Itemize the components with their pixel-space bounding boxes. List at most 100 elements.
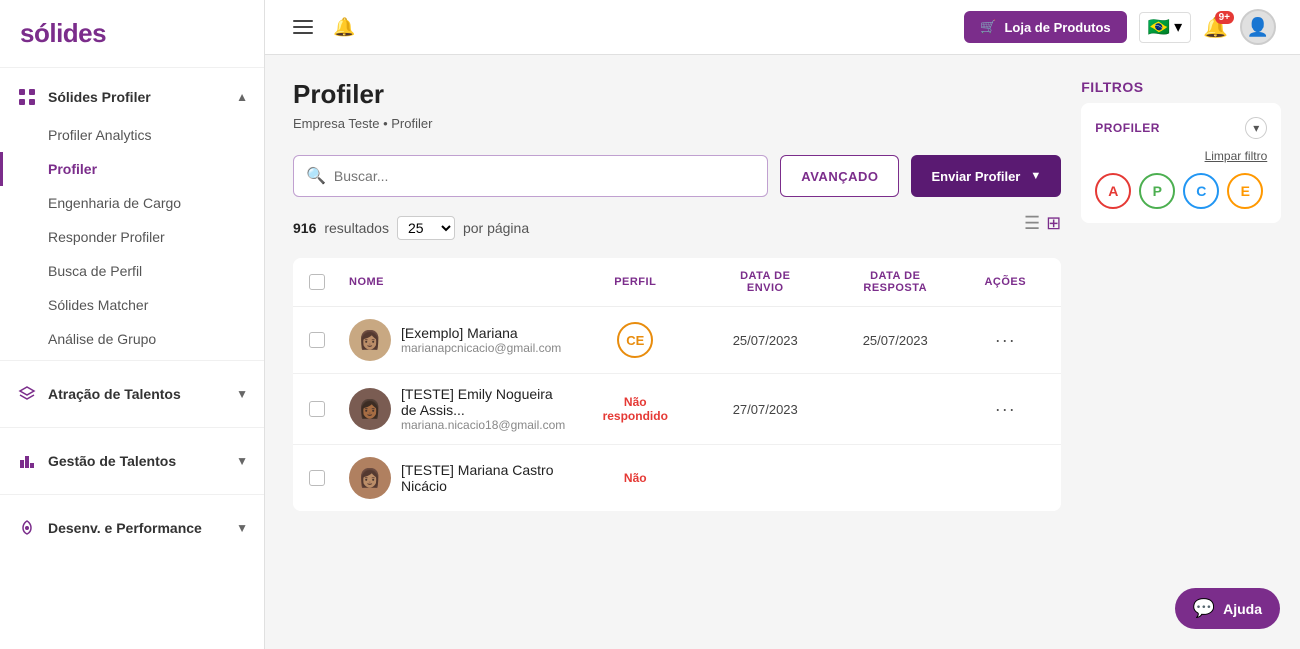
person-cell-2: 👩🏾 [TESTE] Emily Nogueira de Assis... ma… [349,386,565,432]
not-responded-badge-3: Não [624,471,647,485]
notification-badge: 9+ [1215,11,1234,24]
actions-cell-2: ··· [965,399,1045,420]
filters-panel: FILTROS PROFILER ▾ Limpar filtro A P C E [1081,79,1281,625]
sidebar-group-gestao[interactable]: Gestão de Talentos ▼ [0,440,264,482]
row-check-1[interactable] [309,332,349,348]
per-page-select[interactable]: 25 50 100 [397,216,455,240]
sidebar-item-profiler-analytics[interactable]: Profiler Analytics [0,118,264,152]
toolbar: 🔍 AVANÇADO Enviar Profiler ▼ [293,155,1061,197]
person-email-2: mariana.nicacio18@gmail.com [401,418,565,432]
notifications-button[interactable]: 🔔 9+ [1203,15,1228,40]
results-count: 916 [293,220,316,236]
sidebar-group-profiler[interactable]: Sólides Profiler ▲ [0,76,264,118]
filter-badge-p[interactable]: P [1139,173,1175,209]
filter-collapse-button[interactable]: ▾ [1245,117,1267,139]
grid-view-icon[interactable]: ⊞ [1046,213,1061,234]
profile-badge-1: CE [617,322,653,358]
sidebar-item-responder-profiler[interactable]: Responder Profiler [0,220,264,254]
select-all-checkbox[interactable] [309,274,325,290]
sidebar-items: Profiler Analytics Profiler Engenharia d… [0,118,264,356]
content-main: Profiler Empresa Teste • Profiler 🔍 AVAN… [293,79,1061,625]
chevron-down-icon-gestao: ▼ [236,454,248,468]
sidebar-item-busca-de-perfil[interactable]: Busca de Perfil [0,254,264,288]
results-row: 916 resultados 25 50 100 por página ☰ ⊞ [293,213,1061,242]
sidebar-item-matcher-label: Sólides Matcher [48,297,148,313]
row-checkbox-3[interactable] [309,470,325,486]
cart-icon: 🛒 [980,19,996,35]
sidebar-group-atracao-label: Atração de Talentos [48,386,181,402]
sidebar-item-analise-de-grupo[interactable]: Análise de Grupo [0,322,264,356]
nav-section-profiler: Sólides Profiler ▲ Profiler Analytics Pr… [0,76,264,356]
chevron-up-icon: ▲ [236,90,248,104]
table-row: 👩🏽 [Exemplo] Mariana marianapcnicacio@gm… [293,307,1061,374]
more-actions-button-1[interactable]: ··· [995,330,1016,351]
nav-section-atracao: Atração de Talentos ▼ [0,365,264,423]
chevron-down-icon-desenv: ▼ [236,521,248,535]
topbar: 🔔 🛒 Loja de Produtos 🇧🇷 ▾ 🔔 9+ 👤 [265,0,1300,55]
breadcrumb: Empresa Teste • Profiler [293,116,1061,131]
filters-section: PROFILER ▾ Limpar filtro A P C E [1081,103,1281,223]
col-header-perfil: PERFIL [565,276,705,288]
language-selector[interactable]: 🇧🇷 ▾ [1139,12,1191,43]
help-chat-icon: 💬 [1193,598,1215,619]
col-header-data-resposta: DATA DERESPOSTA [825,270,965,294]
logo: sólides [0,0,264,68]
sidebar-item-solides-matcher[interactable]: Sólides Matcher [0,288,264,322]
user-avatar[interactable]: 👤 [1240,9,1276,45]
filter-badge-a[interactable]: A [1095,173,1131,209]
hamburger-line-1 [293,20,313,22]
header-check[interactable] [309,274,349,290]
person-avatar-1: 👩🏽 [349,319,391,361]
sidebar-nav: Sólides Profiler ▲ Profiler Analytics Pr… [0,68,264,649]
sidebar-item-responder-label: Responder Profiler [48,229,165,245]
row-checkbox-2[interactable] [309,401,325,417]
col-header-data-envio: DATA DEENVIO [705,270,825,294]
clear-filter-button[interactable]: Limpar filtro [1095,149,1267,163]
help-button[interactable]: 💬 Ajuda [1175,588,1280,629]
person-name-1: [Exemplo] Mariana [401,325,561,341]
more-actions-button-2[interactable]: ··· [995,399,1016,420]
filter-badge-e[interactable]: E [1227,173,1263,209]
list-view-icon[interactable]: ☰ [1024,213,1040,234]
row-check-2[interactable] [309,401,349,417]
person-avatar-2: 👩🏾 [349,388,391,430]
page-title: Profiler [293,79,1061,110]
nav-section-desenv: Desenv. e Performance ▼ [0,499,264,557]
nav-divider-1 [0,360,264,361]
send-profiler-button[interactable]: Enviar Profiler ▼ [911,155,1061,197]
bell-outline-icon: 🔔 [333,17,355,38]
advanced-button[interactable]: AVANÇADO [780,155,899,197]
search-input[interactable] [334,168,755,184]
filter-badges: A P C E [1095,173,1267,209]
help-label: Ajuda [1223,601,1262,617]
col-header-nome: NOME [349,276,565,288]
content-area: Profiler Empresa Teste • Profiler 🔍 AVAN… [265,55,1300,649]
table-header: NOME PERFIL DATA DEENVIO DATA DERESPOSTA… [293,258,1061,307]
person-name-2: [TESTE] Emily Nogueira de Assis... [401,386,565,418]
sidebar-item-engenharia-de-cargo[interactable]: Engenharia de Cargo [0,186,264,220]
breadcrumb-page: Profiler [391,116,432,131]
search-box: 🔍 [293,155,768,197]
sidebar-item-profiler[interactable]: Profiler [0,152,264,186]
results-label: resultados [324,220,389,236]
col-header-acoes: AÇÕES [965,276,1045,288]
hamburger-button[interactable] [289,16,317,38]
profile-cell-3: Não [565,471,705,485]
sidebar-item-engenharia-label: Engenharia de Cargo [48,195,181,211]
sidebar-group-atracao[interactable]: Atração de Talentos ▼ [0,373,264,415]
chevron-down-icon-atracao: ▼ [236,387,248,401]
person-email-1: marianapcnicacio@gmail.com [401,341,561,355]
nav-section-gestao: Gestão de Talentos ▼ [0,432,264,490]
table-row: 👩🏾 [TESTE] Emily Nogueira de Assis... ma… [293,374,1061,445]
shop-button[interactable]: 🛒 Loja de Produtos [964,11,1126,43]
profile-cell-1: CE [565,322,705,358]
filter-badge-c[interactable]: C [1183,173,1219,209]
not-responded-badge-2: Nãorespondido [603,395,668,423]
per-page-label: por página [463,220,529,236]
language-chevron-icon: ▾ [1174,17,1182,37]
view-toggle: ☰ ⊞ [1024,213,1061,234]
row-check-3[interactable] [309,470,349,486]
sidebar-group-desenv[interactable]: Desenv. e Performance ▼ [0,507,264,549]
row-checkbox-1[interactable] [309,332,325,348]
filter-group-header: PROFILER ▾ [1095,117,1267,139]
